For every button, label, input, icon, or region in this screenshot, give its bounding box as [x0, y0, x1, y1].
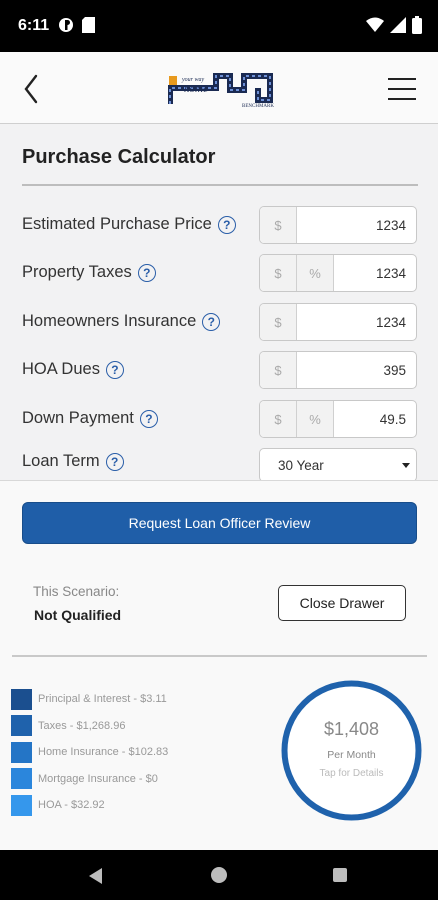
dollar-toggle[interactable]: $: [260, 401, 297, 437]
battery-icon: [412, 16, 422, 34]
row-homeowners-insurance: Homeowners Insurance ? $ 1234: [0, 303, 438, 341]
legend-item: Taxes - $1,268.96: [11, 713, 168, 740]
loan-term-label: Loan Term: [22, 452, 100, 470]
legend-label: Taxes - $1,268.96: [38, 719, 126, 732]
system-nav-bar: [0, 850, 438, 900]
app-bar: your way home BENCHMARK: [0, 52, 438, 124]
payment-legend: Principal & Interest - $3.11 Taxes - $1,…: [11, 686, 168, 819]
homeowners-insurance-field[interactable]: $ 1234: [259, 303, 417, 341]
row-loan-term: Loan Term ? 30 Year: [0, 448, 438, 480]
caret-down-icon: [402, 463, 410, 468]
legend-swatch: [11, 688, 32, 710]
monthly-payment-donut[interactable]: $1,408 Per Month Tap for Details: [280, 679, 423, 822]
legend-item: Mortgage Insurance - $0: [11, 766, 168, 793]
monthly-amount: $1,408: [323, 719, 380, 739]
page-title: Purchase Calculator: [22, 146, 216, 168]
property-taxes-value[interactable]: 1234: [334, 255, 416, 291]
purchase-price-field[interactable]: $ 1234: [259, 206, 417, 244]
sd-card-icon: [82, 17, 95, 33]
homeowners-insurance-value[interactable]: 1234: [297, 304, 416, 340]
title-divider: [22, 184, 418, 186]
purchase-price-value[interactable]: 1234: [297, 207, 416, 243]
back-button[interactable]: [18, 72, 48, 106]
legend-label: Principal & Interest - $3.11: [38, 693, 167, 706]
row-down-payment: Down Payment ? $ % 49.5: [0, 400, 438, 438]
loan-term-value: 30 Year: [278, 457, 324, 473]
legend-label: Home Insurance - $102.83: [38, 746, 169, 759]
results-drawer: Request Loan Officer Review This Scenari…: [0, 480, 438, 850]
loan-term-select[interactable]: 30 Year: [259, 448, 417, 480]
hamburger-menu-icon: [388, 78, 416, 100]
question-circle-icon[interactable]: ?: [105, 452, 124, 471]
chevron-left-icon: [24, 74, 38, 104]
legend-item: Home Insurance - $102.83: [11, 739, 168, 766]
question-circle-icon[interactable]: ?: [137, 263, 156, 282]
status-bar: 6:11: [0, 0, 438, 52]
nav-recents-icon[interactable]: [333, 868, 347, 882]
menu-button[interactable]: [388, 78, 416, 100]
dollar-toggle[interactable]: $: [260, 255, 297, 291]
hoa-dues-field[interactable]: $ 395: [259, 351, 417, 389]
dollar-addon: $: [260, 304, 297, 340]
purchase-price-label: Estimated Purchase Price: [22, 215, 212, 233]
hoa-dues-label: HOA Dues: [22, 360, 100, 378]
svg-text:BENCHMARK: BENCHMARK: [242, 104, 274, 108]
dollar-addon: $: [260, 207, 297, 243]
tap-details-hint: Tap for Details: [319, 768, 384, 779]
hoa-dues-value[interactable]: 395: [297, 352, 416, 388]
data-saver-icon: [59, 18, 73, 32]
row-hoa-dues: HOA Dues ? $ 395: [0, 351, 438, 389]
down-payment-value[interactable]: 49.5: [334, 401, 416, 437]
brand-logo: your way home BENCHMARK: [167, 70, 280, 109]
down-payment-label: Down Payment: [22, 409, 134, 427]
drawer-divider: [12, 655, 427, 657]
scenario-status: Not Qualified: [34, 607, 122, 623]
legend-label: HOA - $32.92: [38, 799, 105, 812]
question-circle-icon[interactable]: ?: [105, 360, 124, 379]
nav-back-icon[interactable]: [89, 868, 102, 884]
per-month-label: Per Month: [327, 749, 376, 761]
legend-swatch: [11, 768, 32, 790]
percent-toggle[interactable]: %: [297, 255, 334, 291]
property-taxes-label: Property Taxes: [22, 263, 132, 281]
question-circle-icon[interactable]: ?: [139, 409, 158, 428]
wifi-icon: [366, 17, 384, 32]
close-drawer-button[interactable]: Close Drawer: [278, 585, 406, 621]
legend-swatch: [11, 741, 32, 763]
svg-text:home: home: [184, 83, 208, 95]
row-property-taxes: Property Taxes ? $ % 1234: [0, 254, 438, 292]
legend-item: HOA - $32.92: [11, 792, 168, 819]
question-circle-icon[interactable]: ?: [217, 215, 236, 234]
legend-swatch: [11, 794, 32, 816]
question-circle-icon[interactable]: ?: [202, 312, 221, 331]
dollar-addon: $: [260, 352, 297, 388]
cell-signal-icon: [390, 17, 406, 33]
percent-toggle[interactable]: %: [297, 401, 334, 437]
homeowners-insurance-label: Homeowners Insurance: [22, 312, 197, 330]
legend-label: Mortgage Insurance - $0: [38, 772, 158, 785]
legend-item: Principal & Interest - $3.11: [11, 686, 168, 713]
scenario-label: This Scenario:: [33, 584, 120, 599]
property-taxes-field[interactable]: $ % 1234: [259, 254, 417, 292]
status-time: 6:11: [18, 17, 50, 34]
request-review-button[interactable]: Request Loan Officer Review: [22, 502, 417, 544]
legend-swatch: [11, 715, 32, 737]
down-payment-field[interactable]: $ % 49.5: [259, 400, 417, 438]
nav-home-icon[interactable]: [211, 867, 227, 883]
purchase-calculator: Purchase Calculator Estimated Purchase P…: [0, 124, 438, 480]
row-purchase-price: Estimated Purchase Price ? $ 1234: [0, 206, 438, 244]
